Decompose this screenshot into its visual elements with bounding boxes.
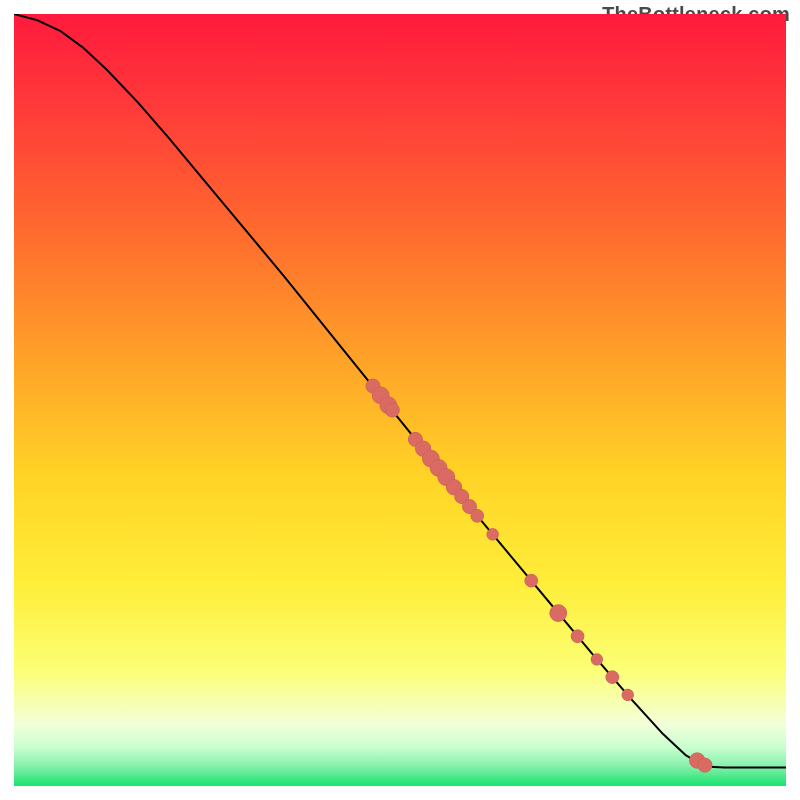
data-marker (591, 653, 603, 665)
data-marker (487, 528, 499, 540)
plot-svg (14, 14, 786, 786)
data-marker (571, 630, 584, 643)
data-marker (385, 403, 399, 417)
background-gradient (14, 14, 786, 786)
plot-area (14, 14, 786, 786)
data-marker (550, 605, 567, 622)
data-marker (698, 758, 712, 772)
data-marker (606, 671, 619, 684)
chart-frame: TheBottleneck.com (0, 0, 800, 800)
data-marker (622, 689, 634, 701)
data-marker (471, 509, 484, 522)
data-marker (525, 574, 538, 587)
